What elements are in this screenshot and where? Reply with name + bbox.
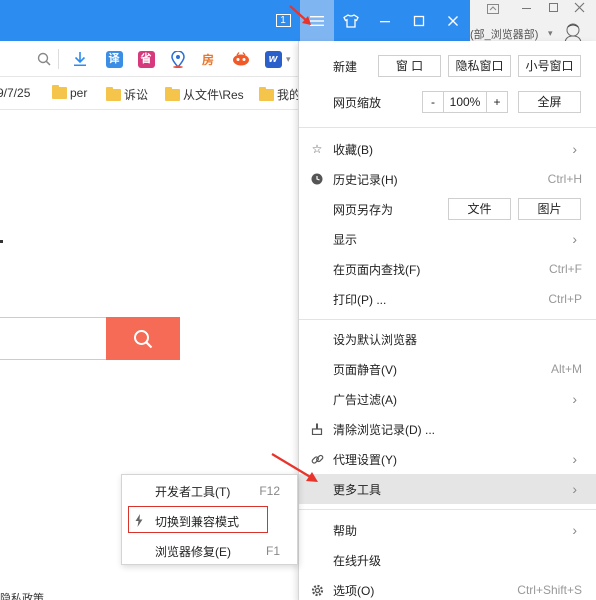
star-icon: ☆ — [311, 142, 323, 156]
bookmark-item[interactable]: 诉讼 — [106, 86, 148, 103]
title-bar: 1 — [0, 0, 470, 41]
clock-icon — [310, 172, 324, 186]
chevron-right-icon: › — [572, 141, 577, 157]
new-private-window-button[interactable]: 隐私窗口 — [448, 55, 511, 77]
menu-separator — [299, 509, 596, 510]
page-search-button[interactable] — [106, 317, 180, 360]
search-icon[interactable] — [34, 49, 54, 69]
main-menu: 新建 窗 口 隐私窗口 小号窗口 网页缩放 - 100% + 全屏 ☆ 收藏(B… — [298, 41, 596, 600]
zoom-value: 100% — [444, 91, 486, 113]
toolbar-divider — [58, 49, 59, 69]
page-footer-text[interactable]: 隐私政策 — [0, 590, 44, 600]
folder-icon — [165, 86, 180, 101]
bookmark-item[interactable]: per — [52, 85, 87, 100]
chevron-right-icon: › — [572, 231, 577, 247]
fullscreen-button[interactable]: 全屏 — [518, 91, 581, 113]
broom-icon — [310, 422, 324, 436]
menu-item-help[interactable]: 帮助 › — [299, 515, 596, 545]
bookmark-bar: 9/7/25 per 诉讼 从文件\Res 我的 — [0, 78, 301, 110]
search-icon — [134, 329, 153, 348]
toolbar-more-icon[interactable]: ▾ — [286, 54, 291, 65]
chevron-right-icon: › — [572, 391, 577, 407]
close-icon[interactable] — [436, 0, 470, 41]
translate-icon[interactable]: 译 — [104, 49, 124, 69]
bg-close-icon — [574, 2, 585, 16]
menu-item-clear-history[interactable]: 清除浏览记录(D) ... — [299, 414, 596, 444]
skin-icon[interactable] — [334, 0, 368, 41]
bookmark-item[interactable]: 我的 — [259, 86, 301, 103]
save-file-button[interactable]: 文件 — [448, 198, 511, 220]
menu-item-options[interactable]: 选项(O) Ctrl+Shift+S — [299, 575, 596, 600]
chevron-down-icon[interactable]: ▾ — [548, 28, 553, 39]
house-icon[interactable]: 房 — [198, 49, 218, 69]
menu-item-upgrade[interactable]: 在线升级 — [299, 545, 596, 575]
menu-row-new: 新建 窗 口 隐私窗口 小号窗口 — [299, 51, 596, 81]
folder-icon — [106, 86, 121, 101]
menu-separator — [299, 127, 596, 128]
chevron-right-icon: › — [572, 451, 577, 467]
game-icon[interactable] — [231, 49, 251, 69]
menu-icon[interactable] — [300, 0, 334, 41]
save-image-button[interactable]: 图片 — [518, 198, 581, 220]
menu-item-save-as: 网页另存为 文件 图片 — [299, 194, 596, 224]
bg-maximize-icon — [549, 3, 558, 12]
menu-item-find[interactable]: 在页面内查找(F) Ctrl+F — [299, 254, 596, 284]
link-icon — [310, 452, 324, 466]
menu-item-print[interactable]: 打印(P) ... Ctrl+P — [299, 284, 596, 314]
maximize-icon[interactable] — [402, 0, 436, 41]
page-search-input[interactable] — [0, 317, 108, 360]
menu-item-more-tools[interactable]: 更多工具 › — [299, 474, 596, 504]
menu-item-mute[interactable]: 页面静音(V) Alt+M — [299, 354, 596, 384]
minimize-icon[interactable] — [368, 0, 402, 41]
menu-item-default-browser[interactable]: 设为默认浏览器 — [299, 324, 596, 354]
menu-item-history[interactable]: 历史记录(H) Ctrl+H — [299, 164, 596, 194]
location-icon[interactable] — [168, 49, 188, 69]
window-count: 1 — [275, 14, 291, 27]
window-count-icon[interactable]: 1 — [266, 0, 300, 41]
province-icon[interactable]: 省 — [136, 49, 156, 69]
word-icon[interactable]: w — [263, 49, 283, 69]
folder-icon — [259, 86, 274, 101]
gear-icon — [310, 583, 324, 597]
zoom-in-button[interactable]: + — [486, 91, 508, 113]
menu-separator — [299, 319, 596, 320]
toolbar: 译 省 房 w ▾ — [0, 41, 298, 77]
menu-item-display[interactable]: 显示 › — [299, 224, 596, 254]
submenu-item-repair[interactable]: 浏览器修复(E) F1 — [122, 536, 297, 566]
bg-minimize-icon — [522, 8, 531, 9]
menu-item-proxy[interactable]: 代理设置(Y) › — [299, 444, 596, 474]
zoom-out-button[interactable]: - — [422, 91, 444, 113]
user-name[interactable]: (部_浏览器部) — [470, 26, 538, 42]
chevron-right-icon: › — [572, 522, 577, 538]
page-mark — [0, 240, 3, 243]
highlight-box — [128, 506, 268, 533]
download-icon[interactable] — [70, 49, 90, 69]
more-tools-submenu: 开发者工具(T) F12 切换到兼容模式 浏览器修复(E) F1 — [121, 474, 298, 565]
bookmark-item[interactable]: 从文件\Res — [165, 86, 244, 103]
menu-row-zoom: 网页缩放 - 100% + 全屏 — [299, 87, 596, 117]
menu-item-favorites[interactable]: ☆ 收藏(B) › — [299, 134, 596, 164]
pin-icon — [487, 3, 499, 17]
new-window-button[interactable]: 窗 口 — [378, 55, 441, 77]
submenu-item-devtools[interactable]: 开发者工具(T) F12 — [122, 476, 297, 506]
menu-item-adblock[interactable]: 广告过滤(A) › — [299, 384, 596, 414]
browser-window: 1 (部_浏览器部) ▾ 译 省 房 w ▾ 9/7/25 per 诉讼 从文件… — [0, 0, 596, 600]
folder-icon — [52, 85, 67, 99]
bookmark-item[interactable]: 9/7/25 — [0, 86, 30, 100]
new-small-window-button[interactable]: 小号窗口 — [518, 55, 581, 77]
chevron-right-icon: › — [572, 481, 577, 497]
